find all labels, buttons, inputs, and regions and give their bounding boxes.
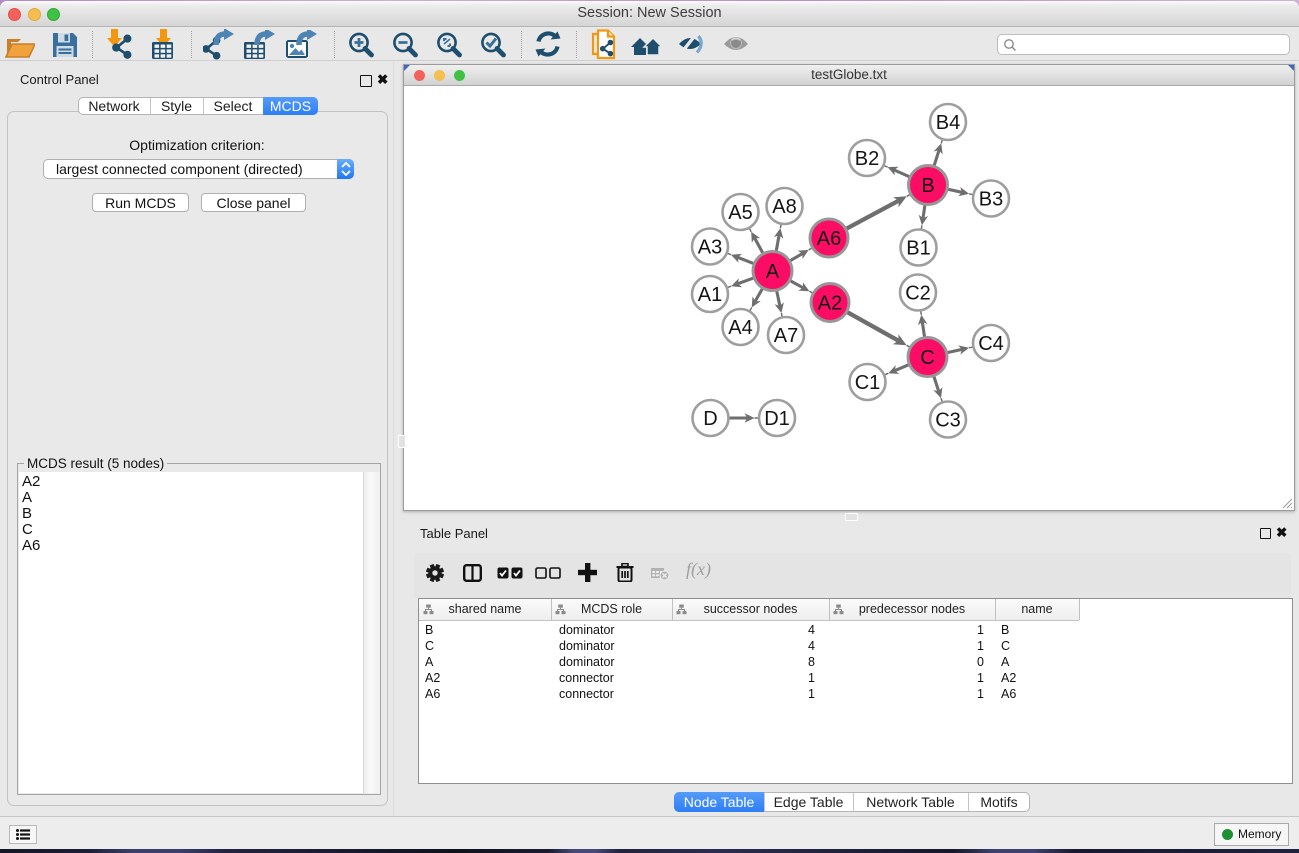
- svg-text:A3: A3: [697, 236, 721, 258]
- svg-text:B1: B1: [906, 237, 930, 259]
- svg-text:A5: A5: [728, 201, 752, 223]
- svg-text:A2: A2: [817, 292, 841, 314]
- svg-text:C: C: [920, 346, 934, 368]
- svg-text:C4: C4: [978, 332, 1004, 354]
- svg-text:C3: C3: [935, 409, 961, 431]
- svg-text:A4: A4: [728, 316, 752, 338]
- svg-text:A6: A6: [816, 227, 840, 249]
- svg-text:D: D: [703, 407, 717, 429]
- svg-text:B3: B3: [978, 188, 1002, 210]
- svg-text:A8: A8: [772, 195, 796, 217]
- svg-text:A: A: [765, 260, 779, 282]
- svg-text:A1: A1: [697, 283, 721, 305]
- svg-text:B: B: [921, 174, 934, 196]
- svg-text:B4: B4: [935, 111, 959, 133]
- svg-text:B2: B2: [854, 147, 878, 169]
- svg-text:A7: A7: [773, 324, 797, 346]
- svg-text:C1: C1: [854, 371, 880, 393]
- svg-text:C2: C2: [905, 282, 931, 304]
- svg-text:D1: D1: [764, 407, 790, 429]
